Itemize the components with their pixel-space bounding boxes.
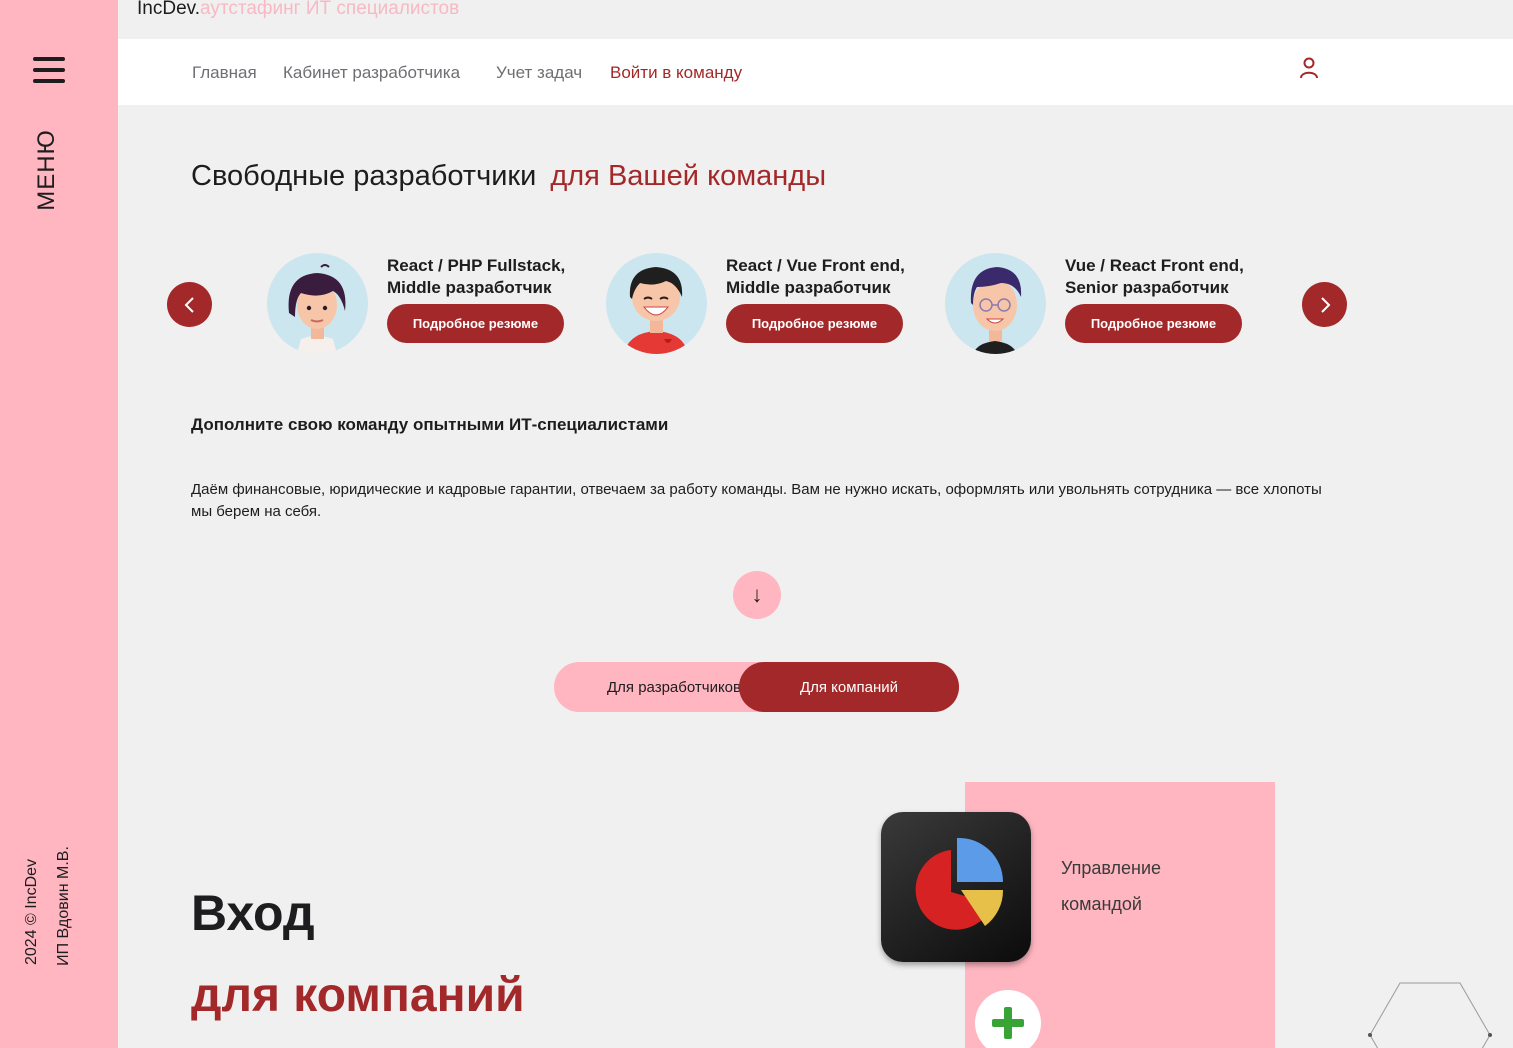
chevron-left-icon	[184, 296, 194, 313]
user-icon[interactable]	[1299, 57, 1319, 79]
hexagon-decoration	[1368, 982, 1492, 1048]
toggle-companies[interactable]: Для компаний	[739, 662, 959, 712]
nav-item-join-team[interactable]: Войти в команду	[610, 63, 742, 83]
pie-chart-icon	[881, 812, 1031, 962]
developer-card: Vue / React Front end, Senior разработчи…	[945, 253, 1245, 355]
login-heading: Вход	[191, 885, 315, 941]
chevron-right-icon	[1320, 296, 1330, 313]
scroll-down-button[interactable]: ↓	[733, 571, 781, 619]
plus-icon	[992, 1007, 1024, 1039]
developer-card: React / Vue Front end, Middle разработчи…	[606, 253, 906, 355]
female-developer-avatar	[267, 253, 368, 354]
top-navigation: Главная Кабинет разработчика Учет задач …	[118, 39, 1513, 105]
arrow-down-icon: ↓	[751, 582, 763, 607]
brand-tagline: аутстафинг ИТ специалистов	[200, 0, 460, 19]
card-title: Vue / React Front end, Senior разработчи…	[1065, 256, 1244, 297]
resume-button[interactable]: Подробное резюме	[387, 304, 564, 343]
hamburger-menu-icon[interactable]	[33, 57, 65, 85]
menu-label[interactable]: МЕНЮ	[33, 129, 61, 211]
brand-logo[interactable]: IncDev.аутстафинг ИТ специалистов	[137, 0, 459, 20]
add-button[interactable]	[975, 990, 1041, 1048]
audience-toggle: Для разработчиков Для компаний	[554, 662, 959, 712]
section-description: Даём финансовые, юридические и кадровые …	[191, 481, 1322, 520]
developer-card: React / PHP Fullstack, Middle разработчи…	[267, 253, 567, 355]
sidebar: МЕНЮ 2024 © IncDev ИП Вдовин М.В.	[0, 0, 118, 1048]
resume-button[interactable]: Подробное резюме	[726, 304, 903, 343]
feature-text: Управление командой	[1061, 858, 1162, 914]
glasses-man-avatar	[945, 253, 1046, 354]
owner-text: ИП Вдовин М.В.	[55, 846, 72, 966]
headline-main: Свободные разработчики	[191, 160, 537, 192]
nav-item-task-tracking[interactable]: Учет задач	[496, 63, 582, 83]
section-subheading: Дополните свою команду опытными ИТ-специ…	[191, 415, 669, 434]
brand-name: IncDev.	[137, 0, 201, 19]
login-heading-accent: для компаний	[191, 969, 525, 1022]
card-title: React / PHP Fullstack, Middle разработчи…	[387, 256, 566, 297]
nav-item-home[interactable]: Главная	[192, 63, 257, 83]
nav-item-developer-cabinet[interactable]: Кабинет разработчика	[283, 63, 460, 83]
resume-button[interactable]: Подробное резюме	[1065, 304, 1242, 343]
page-title: Свободные разработчики для Вашей команды	[191, 160, 826, 193]
copyright-text: 2024 © IncDev	[23, 858, 40, 966]
carousel-next-button[interactable]	[1302, 282, 1347, 327]
carousel-prev-button[interactable]	[167, 282, 212, 327]
smiling-boy-avatar	[606, 253, 707, 354]
card-title: React / Vue Front end, Middle разработчи…	[726, 256, 905, 297]
headline-accent: для Вашей команды	[550, 160, 827, 192]
